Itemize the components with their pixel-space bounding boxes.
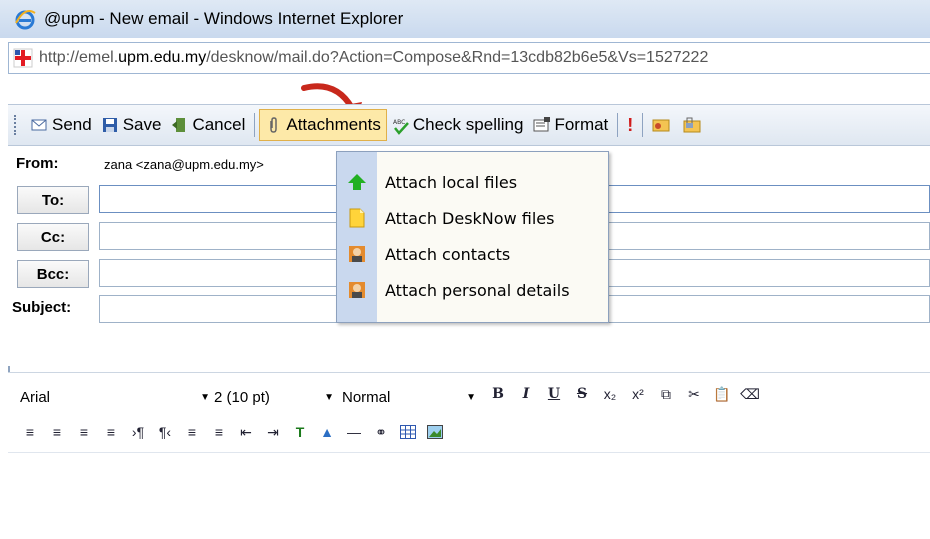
- align-left-icon[interactable]: ≡: [20, 423, 40, 441]
- superscript-icon[interactable]: x²: [628, 385, 648, 403]
- green-up-arrow-icon: [337, 173, 377, 191]
- paperclip-icon: [265, 117, 281, 133]
- dropdown-caret-icon: ▼: [324, 391, 334, 403]
- svg-text:ABC: ABC: [393, 119, 405, 126]
- subscript-icon[interactable]: x₂: [600, 385, 620, 403]
- underline-icon[interactable]: U: [544, 385, 564, 403]
- text-color-icon[interactable]: T: [290, 423, 310, 441]
- numbered-list-icon[interactable]: ≡: [182, 423, 202, 441]
- highlight-color-icon[interactable]: ▲: [317, 423, 337, 441]
- paste-icon[interactable]: 📋: [712, 385, 732, 403]
- indent-icon[interactable]: ⇥: [263, 423, 283, 441]
- ltr-direction-icon[interactable]: ›¶: [128, 423, 148, 441]
- rtl-direction-icon[interactable]: ¶‹: [155, 423, 175, 441]
- attachments-menu: Attach local files Attach DeskNow files …: [336, 151, 609, 323]
- window-titlebar: @upm - New email - Windows Internet Expl…: [0, 0, 930, 38]
- check-spelling-button[interactable]: ABC Check spelling: [387, 110, 529, 140]
- menu-item-attach-contacts[interactable]: Attach contacts: [337, 236, 608, 272]
- menu-item-attach-desknow-files[interactable]: Attach DeskNow files: [337, 200, 608, 236]
- bullet-list-icon[interactable]: ≡: [209, 423, 229, 441]
- align-center-icon[interactable]: ≡: [47, 423, 67, 441]
- exit-door-icon: [171, 117, 187, 133]
- outdent-icon[interactable]: ⇤: [236, 423, 256, 441]
- align-justify-icon[interactable]: ≡: [101, 423, 121, 441]
- font-select[interactable]: Arial ▼: [20, 385, 210, 409]
- strikethrough-icon[interactable]: S: [572, 385, 592, 403]
- paragraph-buttons-row: ≡ ≡ ≡ ≡ ›¶ ¶‹ ≡ ≡ ⇤ ⇥ T ▲ — ⚭: [20, 423, 445, 441]
- cancel-button[interactable]: Cancel: [166, 110, 250, 140]
- locked-envelope-icon: [683, 117, 701, 133]
- site-favicon-icon: [13, 48, 33, 68]
- internet-explorer-icon: [14, 8, 36, 30]
- address-bar[interactable]: http://emel.upm.edu.my/desknow/mail.do?A…: [8, 42, 930, 74]
- contact-card-icon: [337, 245, 377, 263]
- window-title: @upm - New email - Windows Internet Expl…: [44, 9, 404, 28]
- dropdown-caret-icon: ▼: [200, 391, 210, 403]
- editor-toolbar: Arial ▼ 2 (10 pt) ▼ Normal ▼ B I U S x₂ …: [8, 372, 930, 453]
- compose-toolbar: Send Save Cancel Attachments ABC Check s…: [8, 104, 930, 146]
- copy-icon[interactable]: ⧉: [656, 385, 676, 403]
- attachments-button[interactable]: Attachments: [259, 109, 387, 141]
- spellcheck-icon: ABC: [392, 117, 409, 135]
- to-button[interactable]: To:: [17, 186, 89, 214]
- sign-button[interactable]: [647, 110, 678, 140]
- save-button[interactable]: Save: [97, 110, 167, 140]
- bold-icon[interactable]: B: [488, 385, 508, 403]
- contact-card-icon: [337, 281, 377, 299]
- format-icon: [533, 117, 551, 133]
- cc-button[interactable]: Cc:: [17, 223, 89, 251]
- bcc-button[interactable]: Bcc:: [17, 260, 89, 288]
- style-select[interactable]: Normal ▼: [342, 385, 476, 409]
- link-icon[interactable]: ⚭: [371, 423, 391, 441]
- address-url[interactable]: http://emel.upm.edu.my/desknow/mail.do?A…: [39, 49, 708, 67]
- toolbar-separator: [642, 113, 644, 137]
- envelope-icon: [31, 117, 47, 133]
- toolbar-grip[interactable]: [14, 115, 20, 135]
- table-icon[interactable]: [398, 423, 418, 441]
- toolbar-separator: [617, 113, 619, 137]
- dropdown-caret-icon: ▼: [466, 391, 476, 403]
- menu-item-attach-personal-details[interactable]: Attach personal details: [337, 272, 608, 308]
- cut-icon[interactable]: ✂: [684, 385, 704, 403]
- floppy-disk-icon: [102, 117, 118, 133]
- align-right-icon[interactable]: ≡: [74, 423, 94, 441]
- message-body-editor[interactable]: [8, 452, 930, 539]
- from-label: From:: [16, 155, 59, 172]
- format-button[interactable]: Format: [528, 110, 613, 140]
- image-icon[interactable]: [425, 423, 445, 441]
- menu-item-attach-local-files[interactable]: Attach local files: [337, 164, 608, 200]
- document-icon: [337, 208, 377, 228]
- exclamation-icon: !: [627, 114, 634, 135]
- size-select[interactable]: 2 (10 pt) ▼: [214, 385, 334, 409]
- eraser-icon[interactable]: ⌫: [740, 385, 760, 403]
- from-value: zana <zana@upm.edu.my>: [104, 157, 264, 172]
- horizontal-rule-icon[interactable]: —: [344, 423, 364, 441]
- toolbar-separator: [254, 113, 256, 137]
- format-buttons-row: B I U S x₂ x² ⧉ ✂ 📋 ⌫: [488, 385, 760, 403]
- send-button[interactable]: Send: [26, 110, 97, 140]
- signed-envelope-icon: [652, 117, 670, 133]
- italic-icon[interactable]: I: [516, 385, 536, 403]
- encrypt-button[interactable]: [678, 110, 709, 140]
- priority-button[interactable]: !: [622, 110, 638, 140]
- subject-label: Subject:: [12, 299, 72, 316]
